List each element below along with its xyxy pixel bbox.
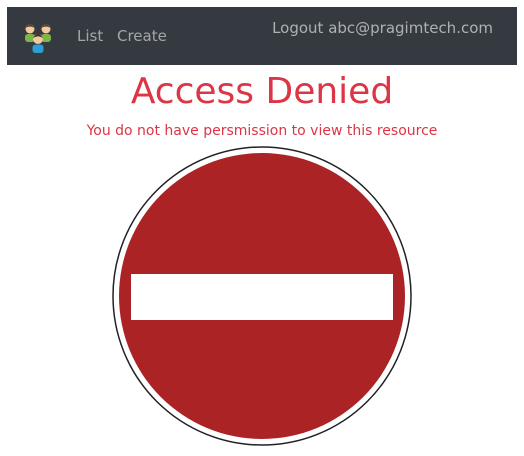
no-entry-sign-icon: [112, 146, 412, 446]
nav-link-list[interactable]: List: [77, 27, 103, 45]
access-denied-message: You do not have persmission to view this…: [86, 123, 438, 139]
page-title: Access Denied: [130, 71, 394, 112]
navbar: List Create Logout abc@pragimtech.com: [7, 7, 517, 65]
nav-link-create[interactable]: Create: [117, 27, 167, 45]
logout-button[interactable]: Logout abc@pragimtech.com: [272, 19, 493, 37]
brand-logo-icon[interactable]: [21, 20, 55, 54]
page: List Create Logout abc@pragimtech.com Ac…: [0, 0, 524, 456]
